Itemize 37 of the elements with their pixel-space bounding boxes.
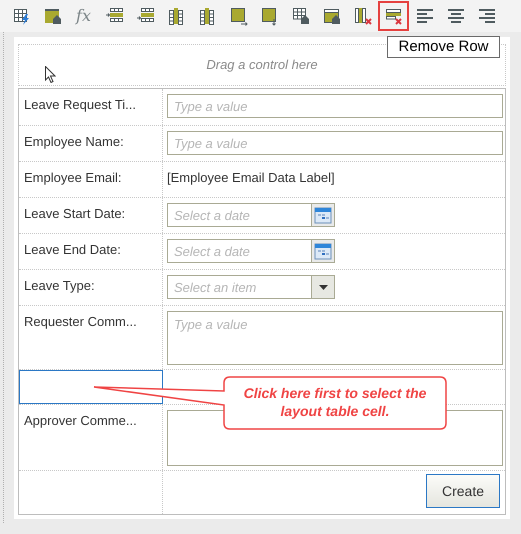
text-area[interactable]: Type a value [167, 311, 503, 365]
create-button[interactable]: Create [426, 474, 500, 508]
dropdown-button[interactable] [312, 275, 335, 299]
drop-zone-hint: Drag a control here [206, 56, 318, 74]
merge-right-icon [228, 6, 248, 26]
table-cell[interactable]: Leave Start Date: [19, 198, 163, 233]
data-label: [Employee Email Data Label] [167, 169, 336, 187]
table-cell[interactable]: Leave Type: [19, 270, 163, 305]
caret-icon [318, 284, 328, 290]
text-field[interactable]: Type a value [167, 131, 503, 155]
calendar-icon [314, 242, 332, 260]
table-cell[interactable]: Employee Email: [19, 162, 163, 197]
align-left-icon [414, 6, 434, 26]
date-field[interactable]: Select a date [167, 203, 312, 227]
delete-column-icon [352, 6, 372, 26]
align-right-icon [476, 6, 496, 26]
panel-house-icon [42, 6, 62, 26]
delete-row-icon [384, 6, 404, 26]
table-cell[interactable]: Leave End Date: [19, 234, 163, 269]
align-center-icon [446, 6, 466, 26]
table-cell[interactable] [19, 370, 163, 404]
table-bolt-icon [12, 6, 32, 26]
date-field[interactable]: Select a date [167, 239, 312, 263]
cursor-icon [45, 66, 56, 83]
calendar-icon [314, 206, 332, 224]
dropdown-field[interactable]: Select an item [167, 275, 312, 299]
table-cell[interactable]: Employee Name: [19, 126, 163, 161]
tooltip: Remove Row [387, 36, 500, 58]
table-cell[interactable]: Approver Comme... [19, 405, 163, 470]
calendar-button[interactable] [312, 239, 335, 263]
table-cell[interactable]: Leave Request Ti... [19, 89, 163, 125]
toolbar-button[interactable] [378, 1, 409, 31]
table-cell[interactable]: Requester Comm... [19, 306, 163, 369]
table-house-icon [290, 6, 310, 26]
text-field[interactable]: Type a value [167, 94, 503, 118]
callout-text: Click here first to select the layout table cell. [242, 384, 428, 420]
calendar-button[interactable] [312, 203, 335, 227]
